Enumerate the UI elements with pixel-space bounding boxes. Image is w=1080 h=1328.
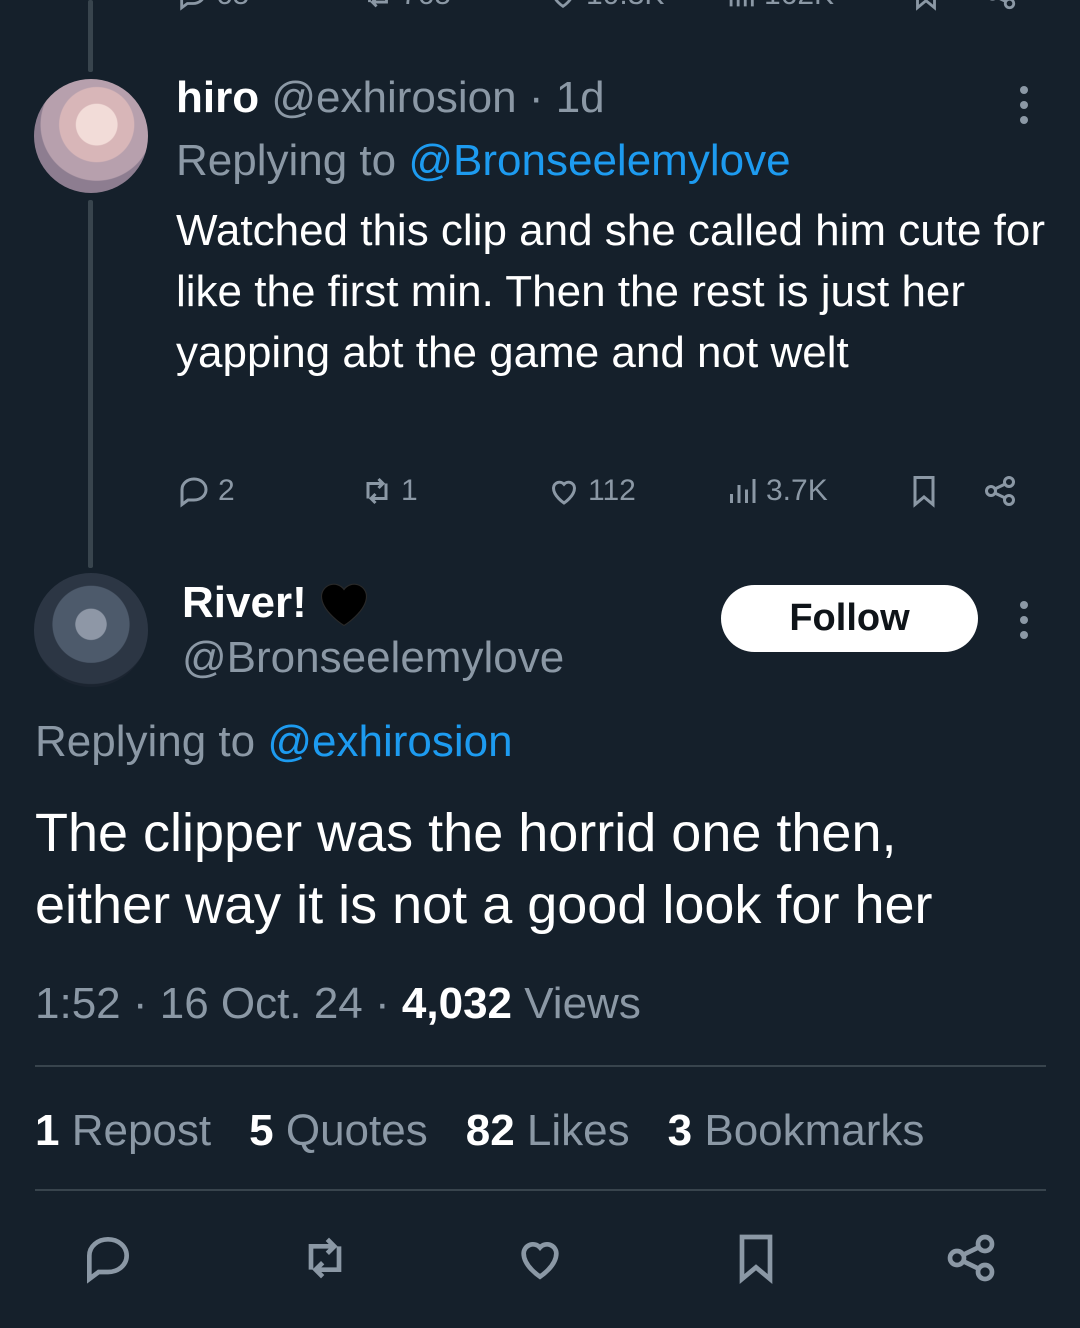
thread-line-middle (88, 200, 93, 568)
tweet-time[interactable]: 1:52 (35, 979, 121, 1028)
timestamp[interactable]: 1d (556, 73, 605, 122)
separator-dot: · (528, 73, 544, 122)
bookmarks-count: 3 (667, 1106, 693, 1155)
heart-icon (554, 0, 572, 9)
quotes-label: Quotes (285, 1106, 428, 1155)
more-options-button[interactable] (1019, 601, 1029, 639)
follow-button[interactable]: Follow (721, 585, 978, 652)
likes-count: 82 (465, 1106, 515, 1155)
replying-to: Replying to @exhirosion (35, 716, 513, 768)
dot (1020, 601, 1028, 609)
repost-icon (366, 477, 388, 505)
heart-icon (521, 1242, 559, 1280)
reply-icon (87, 1236, 130, 1284)
more-options-button[interactable] (1019, 86, 1029, 124)
reply-button[interactable]: 65 (176, 0, 249, 12)
share-icon (947, 1234, 995, 1282)
avatar-hiro[interactable] (34, 79, 148, 193)
reply-button[interactable] (78, 1228, 138, 1288)
dot (1020, 616, 1028, 624)
views-count: 3.7K (766, 474, 828, 507)
dot (1020, 631, 1028, 639)
tweet-date[interactable]: 16 Oct. 24 (160, 979, 363, 1028)
repost-count: 765 (401, 0, 451, 12)
share-button[interactable] (941, 1228, 1001, 1288)
bookmark-icon (739, 1234, 773, 1284)
replying-to-link[interactable]: @Bronseelemylove (408, 136, 790, 185)
author-name-row: River! (182, 577, 371, 629)
bookmark-button[interactable] (906, 466, 942, 516)
avatar-river[interactable] (34, 573, 148, 687)
reposts-label: Repost (71, 1106, 212, 1155)
views-count: 162K (764, 0, 834, 12)
share-icon (989, 0, 1016, 10)
replying-to-link[interactable]: @exhirosion (267, 717, 512, 766)
thread-line-top (88, 0, 93, 72)
bookmark-button[interactable] (909, 0, 943, 12)
separator-dot: · (132, 979, 148, 1028)
repost-button[interactable]: 1 (359, 466, 418, 516)
dot (1020, 116, 1028, 124)
views-count: 4,032 (401, 979, 513, 1028)
bookmark-icon (913, 476, 935, 508)
previous-tweet-actions: 65 765 10.3K 162K (176, 0, 1036, 22)
quotes-stat[interactable]: 5 Quotes (249, 1105, 428, 1157)
quotes-count: 5 (249, 1106, 274, 1155)
like-count: 10.3K (586, 0, 664, 12)
separator-dot: · (375, 979, 390, 1028)
dot (1020, 86, 1028, 94)
tweet-action-bar (0, 1228, 1080, 1288)
views-icon (730, 479, 756, 503)
repost-icon (368, 0, 388, 8)
repost-button[interactable]: 765 (361, 0, 451, 12)
likes-label: Likes (526, 1106, 630, 1155)
tweet-text: The clipper was the horrid one then, eit… (35, 803, 933, 935)
reply-count: 2 (218, 474, 235, 507)
divider (35, 1189, 1046, 1191)
views-label: Views (524, 979, 641, 1028)
reposts-count: 1 (35, 1106, 60, 1155)
share-icon (985, 476, 1015, 506)
like-button[interactable] (510, 1228, 570, 1288)
tweet-header-hiro: hiro @exhirosion · 1d (176, 72, 605, 124)
reposts-stat[interactable]: 1 Repost (35, 1105, 211, 1157)
tweet-actions-hiro: 2 1 112 3.7K (176, 466, 1036, 516)
share-button[interactable] (982, 466, 1018, 516)
views-button[interactable]: 3.7K (724, 466, 828, 516)
reply-icon (180, 0, 204, 11)
views-button[interactable]: 162K (724, 0, 834, 12)
black-heart-icon (320, 583, 367, 627)
reply-icon (180, 477, 208, 508)
display-name[interactable]: hiro (176, 73, 259, 122)
handle[interactable]: @exhirosion (271, 73, 516, 122)
tweet-meta: 1:52 · 16 Oct. 24 · 4,032 Views (35, 978, 641, 1030)
like-button[interactable]: 112 (546, 466, 636, 516)
divider (35, 1065, 1046, 1067)
bookmark-button[interactable] (726, 1228, 786, 1288)
like-count: 112 (588, 474, 636, 507)
likes-stat[interactable]: 82 Likes (466, 1105, 630, 1157)
bookmarks-stat[interactable]: 3 Bookmarks (668, 1105, 925, 1157)
views-icon (729, 0, 754, 7)
reply-count: 65 (216, 0, 249, 12)
heart-icon (551, 480, 577, 505)
share-button[interactable] (984, 0, 1018, 12)
reply-button[interactable]: 2 (176, 466, 235, 516)
handle[interactable]: @Bronseelemylove (182, 632, 564, 684)
repost-icon (308, 1237, 342, 1279)
replying-prefix: Replying to (35, 717, 256, 766)
repost-count: 1 (401, 474, 418, 507)
tweet-text: Watched this clip and she called him cut… (176, 206, 1046, 377)
engagement-stats: 1 Repost 5 Quotes 82 Likes 3 Bookmarks (35, 1105, 924, 1157)
bookmark-icon (916, 0, 936, 11)
display-name[interactable]: River! (182, 577, 307, 629)
dot (1020, 101, 1028, 109)
bookmarks-label: Bookmarks (704, 1106, 925, 1155)
replying-to: Replying to @Bronseelemylove (176, 135, 791, 187)
repost-button[interactable] (295, 1228, 355, 1288)
replying-prefix: Replying to (176, 136, 397, 185)
like-button[interactable]: 10.3K (546, 0, 664, 12)
